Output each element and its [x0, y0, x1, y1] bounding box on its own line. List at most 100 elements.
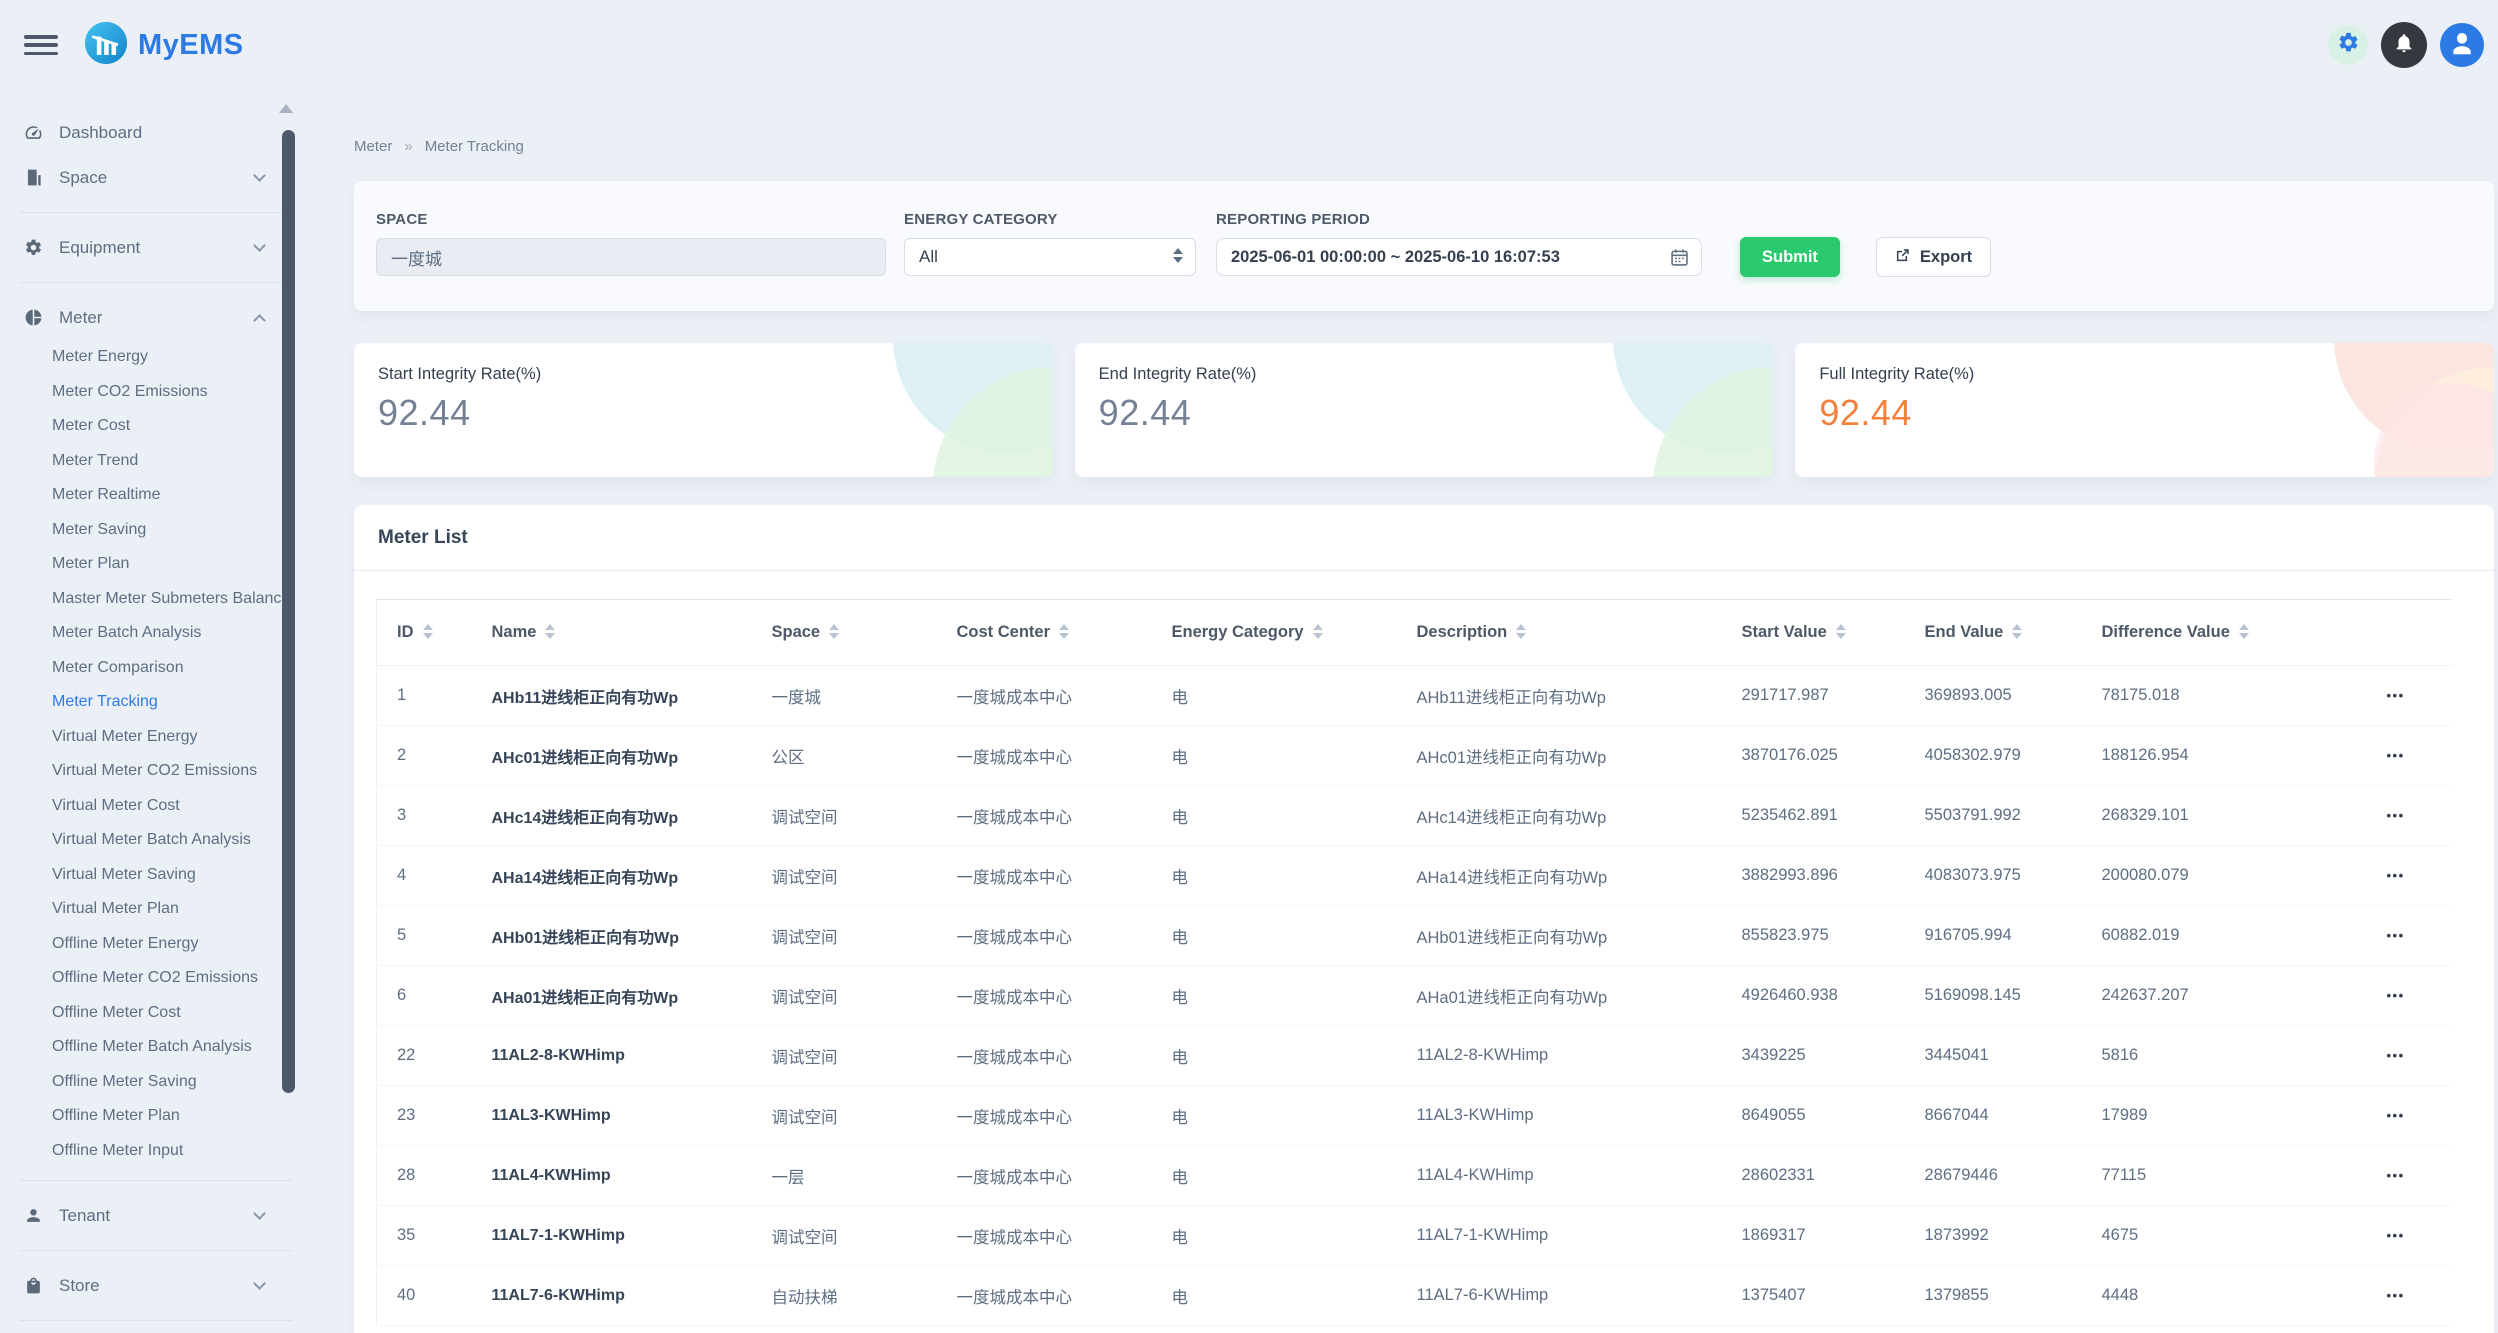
row-actions-button[interactable]: ••• — [2387, 1288, 2405, 1303]
row-actions-button[interactable]: ••• — [2387, 688, 2405, 703]
column-header-label: ID — [397, 623, 414, 641]
stat-value: 92.44 — [1099, 392, 1750, 434]
column-header-name[interactable]: Name — [472, 600, 752, 666]
cell-actions: ••• — [2367, 966, 2452, 1026]
column-header-cost-center[interactable]: Cost Center — [937, 600, 1152, 666]
export-button[interactable]: Export — [1876, 237, 1991, 277]
row-actions-button[interactable]: ••• — [2387, 868, 2405, 883]
meter-submenu: Meter EnergyMeter CO2 EmissionsMeter Cos… — [0, 340, 310, 1168]
sidebar-item-meter-batch-analysis[interactable]: Meter Batch Analysis — [0, 616, 310, 651]
sidebar-item-meter-co2-emissions[interactable]: Meter CO2 Emissions — [0, 375, 310, 410]
sidebar-item-meter-comparison[interactable]: Meter Comparison — [0, 651, 310, 686]
chevron-down-icon — [253, 1207, 266, 1220]
cell-energy-category: 电 — [1152, 1146, 1397, 1206]
sidebar-item-offline-meter-co2-emissions[interactable]: Offline Meter CO2 Emissions — [0, 961, 310, 996]
energy-category-value: All — [919, 247, 938, 267]
brand-logo[interactable]: MyEMS — [84, 21, 244, 70]
cell-difference-value: 188126.954 — [2082, 726, 2367, 786]
table-row: 4011AL7-6-KWHimp自动扶梯一度城成本中心电11AL7-6-KWHi… — [377, 1266, 2452, 1326]
sidebar-item-offline-meter-batch-analysis[interactable]: Offline Meter Batch Analysis — [0, 1030, 310, 1065]
sidebar-item-meter-tracking[interactable]: Meter Tracking — [0, 685, 310, 720]
breadcrumb-current: Meter Tracking — [425, 138, 524, 155]
column-header-start-value[interactable]: Start Value — [1722, 600, 1905, 666]
cell-description: AHa14进线柜正向有功Wp — [1397, 846, 1722, 906]
sidebar-item-virtual-meter-batch-analysis[interactable]: Virtual Meter Batch Analysis — [0, 823, 310, 858]
sidebar-item-virtual-meter-plan[interactable]: Virtual Meter Plan — [0, 892, 310, 927]
reporting-period-input[interactable]: 2025-06-01 00:00:00 ~ 2025-06-10 16:07:5… — [1216, 238, 1702, 276]
sidebar-item-store[interactable]: Store — [0, 1263, 310, 1308]
sidebar-item-meter-realtime[interactable]: Meter Realtime — [0, 478, 310, 513]
sidebar-item-meter-plan[interactable]: Meter Plan — [0, 547, 310, 582]
row-actions-button[interactable]: ••• — [2387, 1108, 2405, 1123]
column-header-energy-category[interactable]: Energy Category — [1152, 600, 1397, 666]
row-actions-button[interactable]: ••• — [2387, 1048, 2405, 1063]
column-header-space[interactable]: Space — [752, 600, 937, 666]
sidebar-item-offline-meter-saving[interactable]: Offline Meter Saving — [0, 1065, 310, 1100]
sidebar-item-virtual-meter-energy[interactable]: Virtual Meter Energy — [0, 720, 310, 755]
cell-difference-value: 200080.079 — [2082, 846, 2367, 906]
settings-button[interactable] — [2328, 25, 2368, 65]
sidebar-item-equipment[interactable]: Equipment — [0, 225, 310, 270]
cell-space: 调试空间 — [752, 1086, 937, 1146]
sidebar-item-dashboard[interactable]: Dashboard — [0, 110, 310, 155]
sidebar-item-meter-trend[interactable]: Meter Trend — [0, 444, 310, 479]
calendar-icon[interactable] — [1669, 247, 1690, 273]
column-header-description[interactable]: Description — [1397, 600, 1722, 666]
column-header-label: Energy Category — [1172, 623, 1304, 641]
cell-id: 4 — [377, 846, 472, 906]
column-header-end-value[interactable]: End Value — [1905, 600, 2082, 666]
cell-energy-category: 电 — [1152, 726, 1397, 786]
cell-energy-category: 电 — [1152, 1086, 1397, 1146]
cell-start-value: 28602331 — [1722, 1146, 1905, 1206]
column-header-difference-value[interactable]: Difference Value — [2082, 600, 2367, 666]
sidebar-divider — [20, 1250, 292, 1251]
table-row: 2AHc01进线柜正向有功Wp公区一度城成本中心电AHc01进线柜正向有功Wp3… — [377, 726, 2452, 786]
sidebar-item-offline-meter-energy[interactable]: Offline Meter Energy — [0, 927, 310, 962]
cell-space: 调试空间 — [752, 846, 937, 906]
sidebar-item-space[interactable]: Space — [0, 155, 310, 200]
cell-actions: ••• — [2367, 666, 2452, 726]
cell-cost-center: 一度城成本中心 — [937, 1266, 1152, 1326]
cell-name: 11AL7-6-KWHimp — [472, 1266, 752, 1326]
sidebar-item-master-meter-submeters-balance[interactable]: Master Meter Submeters Balance — [0, 582, 310, 617]
cell-start-value: 8649055 — [1722, 1086, 1905, 1146]
chevron-down-icon — [253, 239, 266, 252]
cell-id: 1 — [377, 666, 472, 726]
space-input[interactable]: 一度城 — [376, 238, 886, 276]
sidebar-item-meter-saving[interactable]: Meter Saving — [0, 513, 310, 548]
stat-value: 92.44 — [378, 392, 1029, 434]
meter-table: ID NameSpaceCost Center Energy Category Des… — [376, 599, 2452, 1326]
energy-category-select[interactable]: All — [904, 238, 1196, 276]
sidebar-item-meter[interactable]: Meter — [0, 295, 310, 340]
cell-actions: ••• — [2367, 1026, 2452, 1086]
breadcrumb-meter[interactable]: Meter — [354, 138, 392, 155]
column-header-id[interactable]: ID — [377, 600, 472, 666]
sidebar-item-label: Tenant — [59, 1206, 110, 1226]
reporting-period-label: REPORTING PERIOD — [1216, 211, 1740, 228]
sidebar-item-offline-meter-input[interactable]: Offline Meter Input — [0, 1134, 310, 1169]
row-actions-button[interactable]: ••• — [2387, 988, 2405, 1003]
cell-name: 11AL4-KWHimp — [472, 1146, 752, 1206]
sidebar-item-tenant[interactable]: Tenant — [0, 1193, 310, 1238]
row-actions-button[interactable]: ••• — [2387, 808, 2405, 823]
notifications-button[interactable] — [2381, 22, 2427, 68]
reporting-period-value: 2025-06-01 00:00:00 ~ 2025-06-10 16:07:5… — [1231, 248, 1560, 267]
hamburger-menu-icon[interactable] — [24, 33, 58, 57]
cell-actions: ••• — [2367, 1086, 2452, 1146]
sidebar-item-virtual-meter-saving[interactable]: Virtual Meter Saving — [0, 858, 310, 893]
scrollbar-up-arrow[interactable] — [279, 104, 293, 113]
row-actions-button[interactable]: ••• — [2387, 1228, 2405, 1243]
sidebar-item-meter-energy[interactable]: Meter Energy — [0, 340, 310, 375]
sidebar-item-virtual-meter-co2-emissions[interactable]: Virtual Meter CO2 Emissions — [0, 754, 310, 789]
row-actions-button[interactable]: ••• — [2387, 928, 2405, 943]
user-avatar[interactable] — [2440, 23, 2484, 67]
sidebar-item-offline-meter-cost[interactable]: Offline Meter Cost — [0, 996, 310, 1031]
row-actions-button[interactable]: ••• — [2387, 748, 2405, 763]
sidebar-scrollbar[interactable] — [282, 130, 295, 1093]
sidebar-item-offline-meter-plan[interactable]: Offline Meter Plan — [0, 1099, 310, 1134]
row-actions-button[interactable]: ••• — [2387, 1168, 2405, 1183]
sidebar-item-virtual-meter-cost[interactable]: Virtual Meter Cost — [0, 789, 310, 824]
sidebar-item-meter-cost[interactable]: Meter Cost — [0, 409, 310, 444]
submit-button[interactable]: Submit — [1740, 237, 1840, 277]
column-header-label: Description — [1417, 623, 1508, 641]
